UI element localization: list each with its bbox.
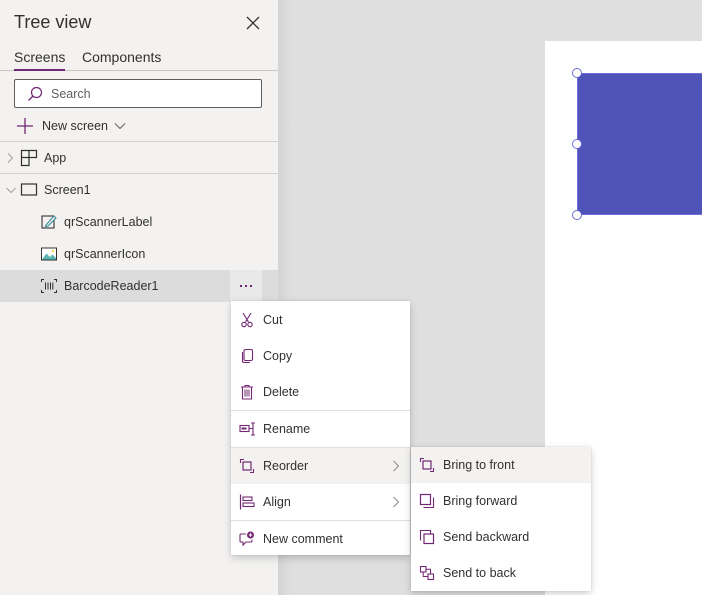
menu-item-new-comment[interactable]: New comment [231,521,410,557]
tree-item-label: qrScannerIcon [64,247,146,261]
plus-icon [17,118,33,134]
menu-item-bring-forward[interactable]: Bring forward [411,483,591,519]
menu-item-copy[interactable]: Copy [231,338,410,374]
chevron-down-icon [114,123,126,130]
tree-item-qrscannerlabel[interactable]: qrScannerLabel [0,206,278,238]
menu-item-label: Bring forward [443,494,518,508]
menu-item-label: Cut [263,313,283,327]
tree-item-label: App [44,151,67,165]
menu-item-label: Delete [263,385,300,399]
more-dot [240,285,242,287]
send-backward-icon [419,529,435,545]
send-to-back-icon [419,565,435,581]
reorder-submenu: Bring to front Bring forward Send backwa… [411,447,591,591]
chevron-down-icon[interactable] [4,184,16,196]
selected-control[interactable] [577,73,702,215]
search-input[interactable] [51,84,251,104]
menu-item-send-backward[interactable]: Send backward [411,519,591,555]
tree-item-screen1[interactable]: Screen1 [0,174,278,206]
resize-handle-top-left[interactable] [572,68,582,78]
image-icon [41,247,57,261]
menu-item-label: New comment [263,532,343,546]
tree-item-label: Screen1 [44,183,91,197]
tab-bar: Screens Components [0,46,278,71]
menu-item-bring-to-front[interactable]: Bring to front [411,447,591,483]
label-edit-icon [41,215,57,229]
tree-item-label: qrScannerLabel [64,215,153,229]
trash-icon [241,384,253,400]
new-screen-label: New screen [42,119,108,133]
chevron-right-icon[interactable] [5,152,15,164]
menu-item-reorder[interactable]: Reorder [231,448,410,484]
menu-item-align[interactable]: Align [231,484,410,520]
menu-item-delete[interactable]: Delete [231,374,410,410]
app-grid-icon [20,149,38,167]
tree-item-app[interactable]: App [0,142,278,174]
tree-item-barcodereader1[interactable]: BarcodeReader1 [0,270,278,302]
screen-icon [20,183,38,196]
search-box[interactable] [14,79,262,108]
align-icon [239,494,255,510]
menu-item-label: Bring to front [443,458,515,472]
close-icon [246,16,260,30]
menu-item-label: Align [263,495,291,509]
resize-handle-bottom-left[interactable] [572,210,582,220]
resize-handle-middle-left[interactable] [572,139,582,149]
context-menu: Cut Copy Delete Rename Reorder Align New… [231,301,410,555]
rename-icon [239,422,255,436]
search-icon [28,86,43,101]
menu-item-rename[interactable]: Rename [231,411,410,447]
copy-icon [241,348,254,364]
close-button[interactable] [243,13,263,33]
menu-item-label: Send backward [443,530,530,544]
more-dot [245,285,247,287]
chevron-right-icon [393,496,400,508]
more-dot [250,285,252,287]
tab-screens[interactable]: Screens [14,49,66,71]
more-options-button[interactable] [230,270,262,302]
menu-item-label: Copy [263,349,293,363]
bring-to-front-icon [419,457,435,473]
tab-components[interactable]: Components [82,49,161,65]
menu-item-send-to-back[interactable]: Send to back [411,555,591,591]
scissors-icon [241,312,253,328]
tree-item-qrscannericon[interactable]: qrScannerIcon [0,238,278,270]
reorder-icon [239,458,255,474]
panel-title: Tree view [14,12,92,32]
barcode-icon [41,279,57,293]
chevron-right-icon [393,460,400,472]
menu-item-label: Rename [263,422,311,436]
menu-item-label: Reorder [263,459,309,473]
tree-item-label: BarcodeReader1 [64,279,159,293]
comment-add-icon [239,531,254,547]
menu-item-cut[interactable]: Cut [231,302,410,338]
menu-item-label: Send to back [443,566,516,580]
bring-forward-icon [419,493,435,509]
new-screen-button[interactable]: New screen [16,116,126,136]
